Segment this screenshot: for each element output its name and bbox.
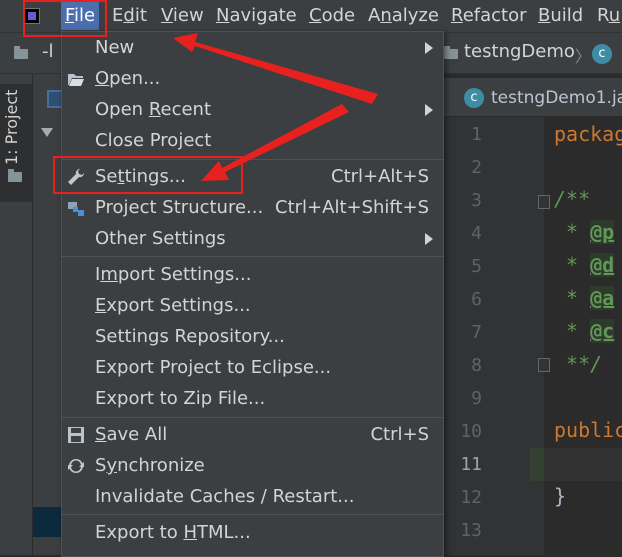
annotation-arrows [173, 33, 378, 181]
arrow-to-settings [201, 104, 349, 181]
arrow-to-file-menu [173, 33, 378, 104]
